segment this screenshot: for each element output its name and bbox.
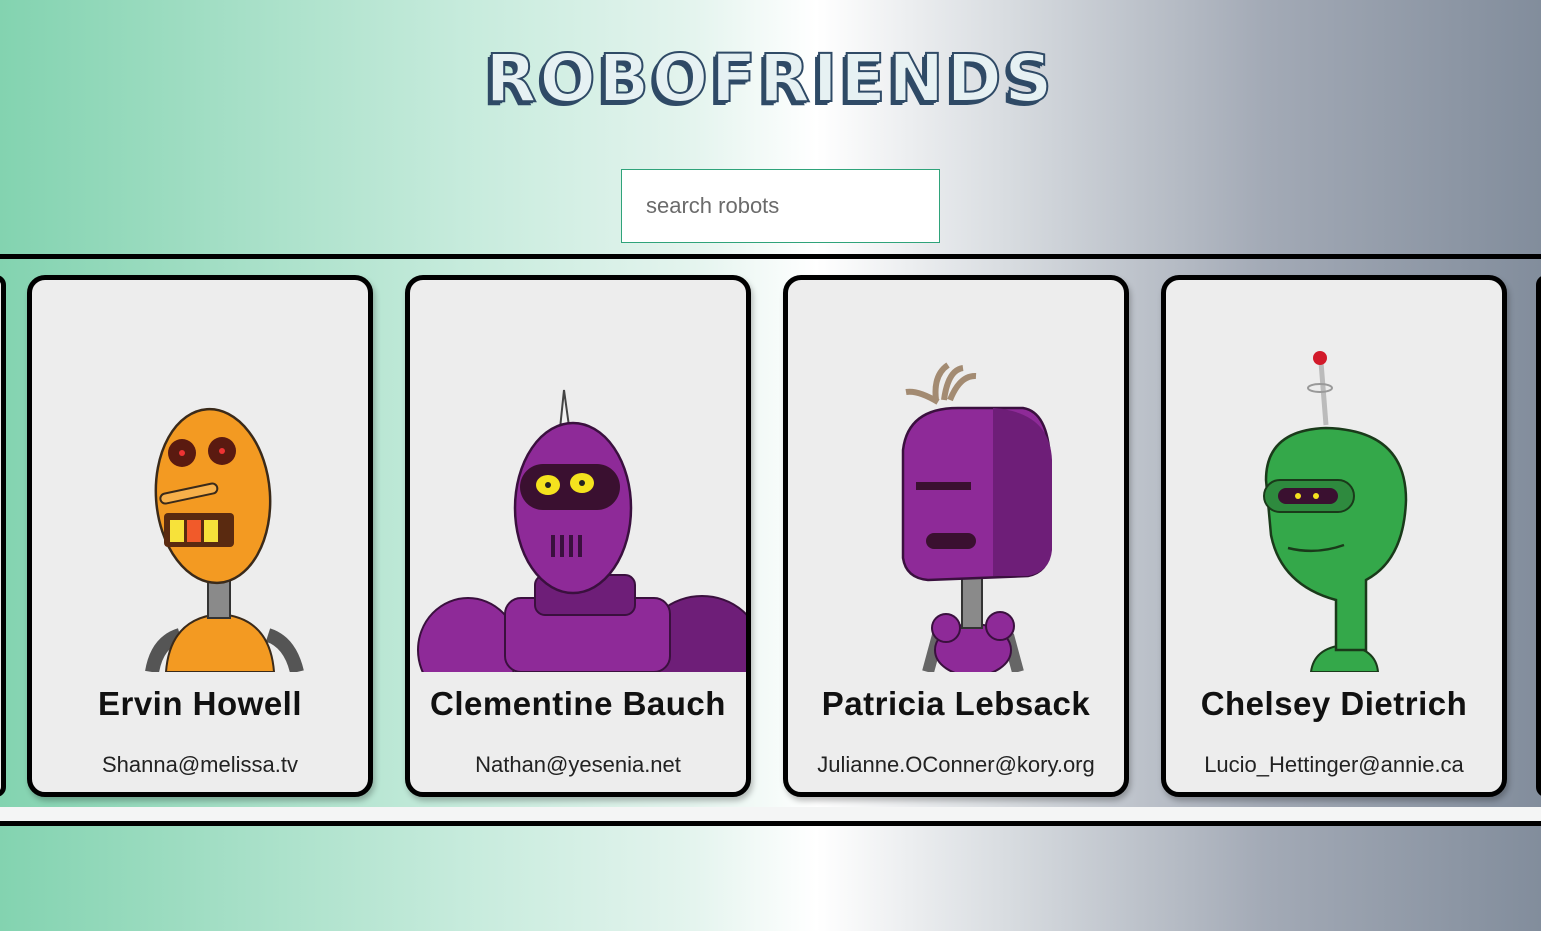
robot-email: Julianne.OConner@kory.org <box>817 752 1095 777</box>
partial-card-right <box>1536 275 1541 797</box>
robot-card[interactable]: Chelsey Dietrich Lucio_Hettinger@annie.c… <box>1161 275 1507 797</box>
scroll-area-bottom-bar <box>0 807 1541 821</box>
robot-name: Clementine Bauch <box>430 685 726 722</box>
card-list-scroll-area[interactable]: Ervin Howell Shanna@melissa.tv Clementin… <box>0 254 1541 826</box>
robot-avatar-image <box>1263 351 1408 672</box>
search-input[interactable] <box>621 169 940 243</box>
robot-card[interactable]: Clementine Bauch Nathan@yesenia.net <box>405 275 751 797</box>
robot-avatar-image <box>417 389 746 672</box>
card-list: Ervin Howell Shanna@melissa.tv Clementin… <box>0 259 1541 807</box>
robot-email: Nathan@yesenia.net <box>475 752 681 777</box>
robot-card[interactable]: Patricia Lebsack Julianne.OConner@kory.o… <box>783 275 1129 797</box>
robot-avatar-image <box>901 362 1052 672</box>
robot-name: Patricia Lebsack <box>821 685 1091 722</box>
robot-card[interactable]: Ervin Howell Shanna@melissa.tv <box>27 275 373 797</box>
app-title: ROBOFRIENDS <box>485 39 1056 118</box>
partial-card-left <box>0 275 6 797</box>
robot-name: Chelsey Dietrich <box>1200 685 1468 722</box>
robot-email: Shanna@melissa.tv <box>102 752 298 777</box>
robot-name: Ervin Howell <box>97 685 303 722</box>
robot-avatar-image <box>145 407 304 672</box>
robot-email: Lucio_Hettinger@annie.ca <box>1204 752 1464 777</box>
